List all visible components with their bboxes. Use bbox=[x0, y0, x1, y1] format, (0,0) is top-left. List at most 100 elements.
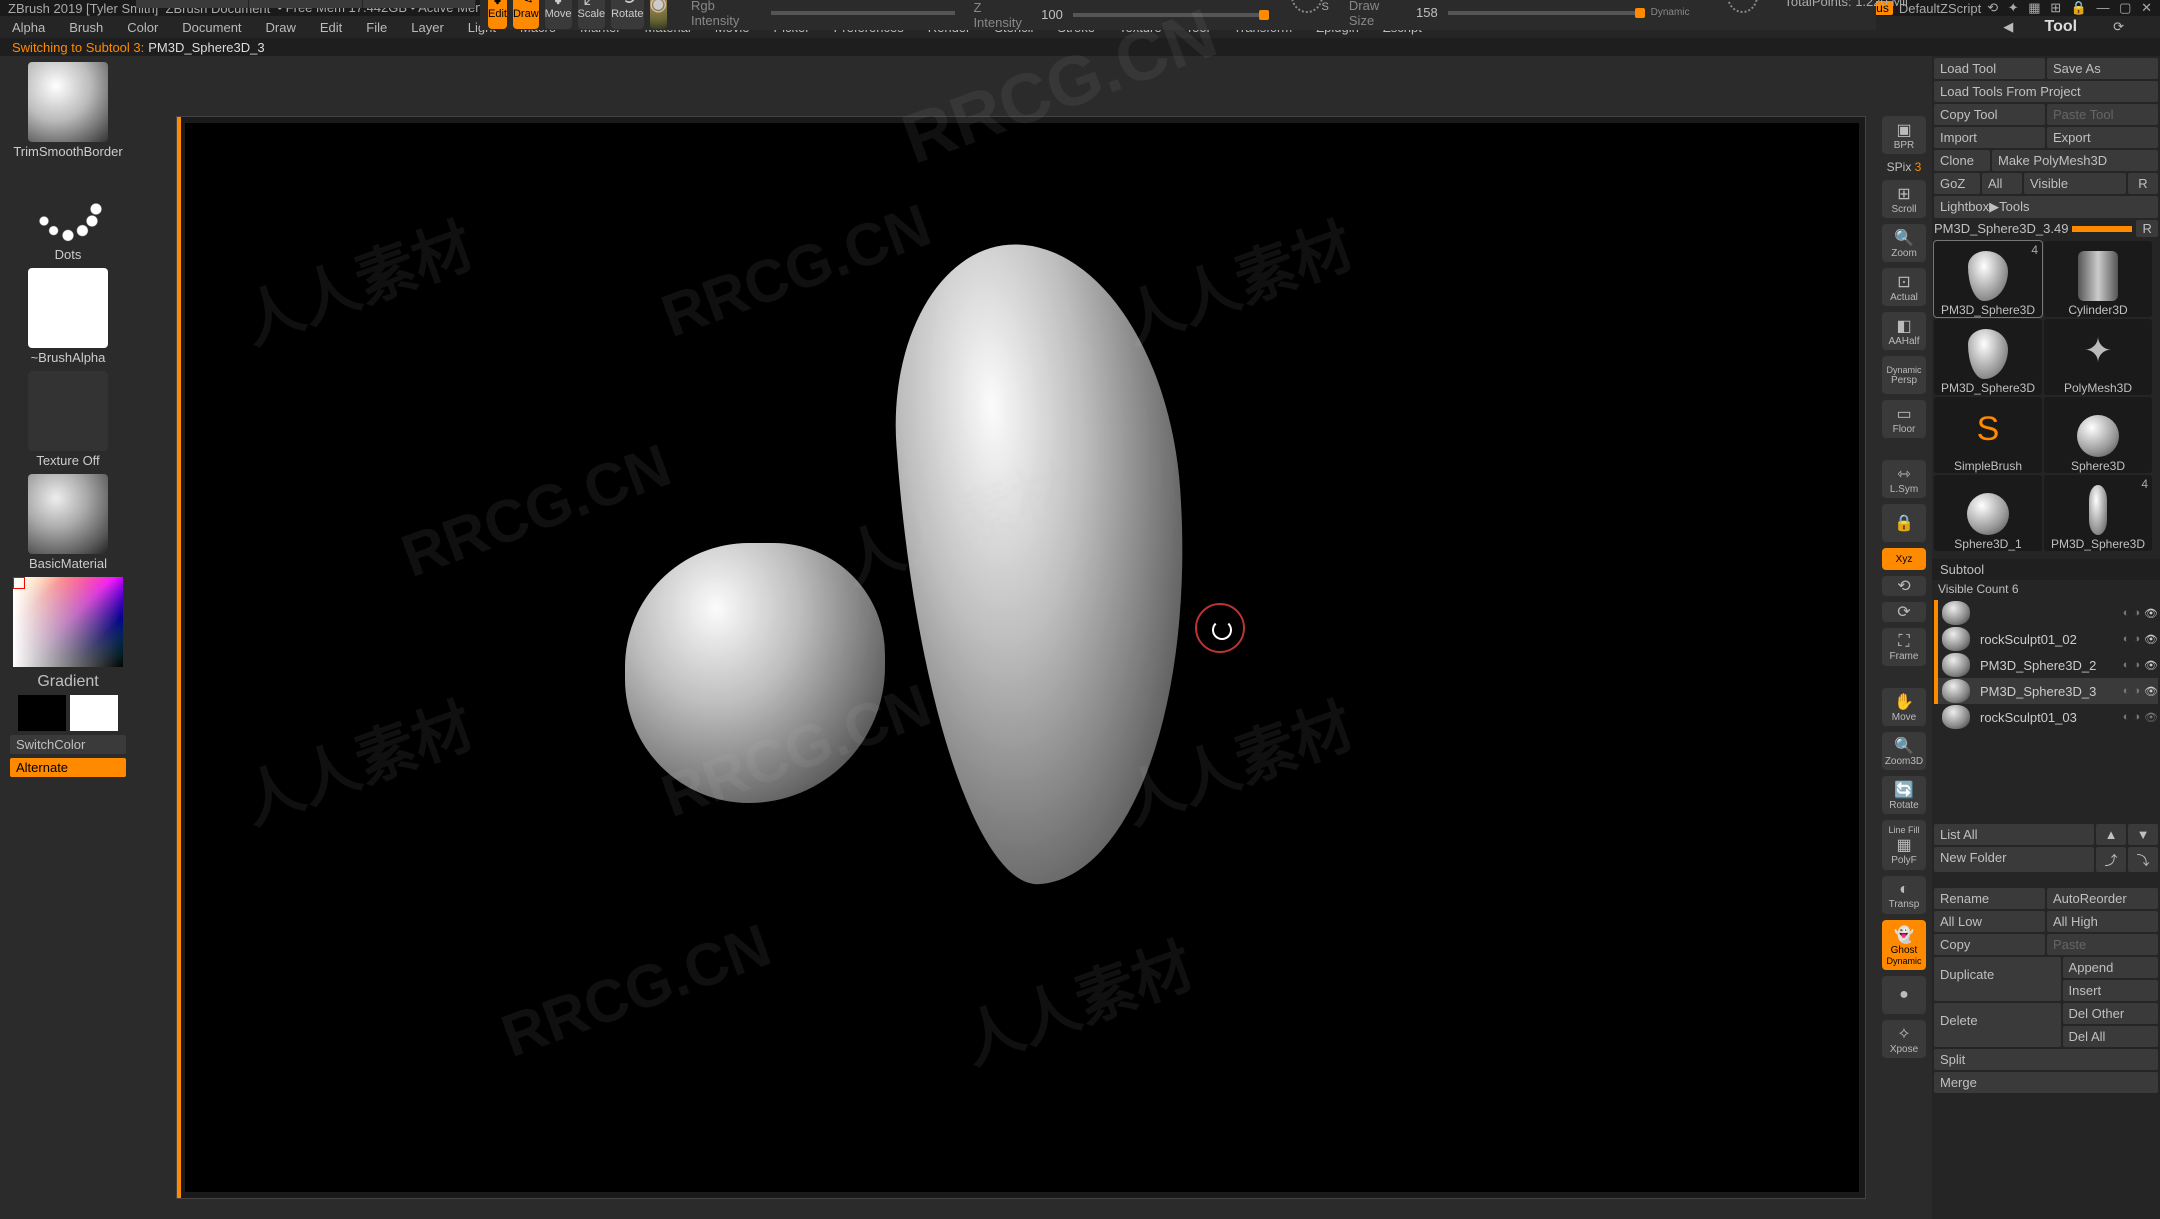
polyf-button[interactable]: Line Fill▦PolyF bbox=[1882, 820, 1926, 870]
rot-y-button[interactable]: ⟲ bbox=[1882, 576, 1926, 596]
rename-button[interactable]: Rename bbox=[1934, 888, 2045, 909]
menu-file[interactable]: File bbox=[366, 20, 387, 35]
pin-icon[interactable]: 🔒 bbox=[2071, 0, 2087, 15]
duplicate-button[interactable]: Duplicate bbox=[1934, 957, 2061, 1001]
rot-z-button[interactable]: ⟳ bbox=[1882, 602, 1926, 622]
goz-button[interactable]: GoZ bbox=[1934, 173, 1980, 194]
move-button[interactable]: ✥Move bbox=[545, 0, 572, 29]
delother-button[interactable]: Del Other bbox=[2063, 1003, 2158, 1024]
secondary-color[interactable] bbox=[18, 695, 66, 731]
stroke-thumb[interactable] bbox=[28, 165, 108, 245]
frame-button[interactable]: ⛶Frame bbox=[1882, 628, 1926, 666]
subtool-item[interactable]: rockSculpt01_02◐◑👁 bbox=[1934, 626, 2158, 652]
zoom-button[interactable]: 🔍Zoom bbox=[1882, 224, 1926, 262]
primary-color[interactable] bbox=[70, 695, 118, 731]
maximize-icon[interactable]: ▢ bbox=[2119, 0, 2131, 15]
scroll-button[interactable]: ⊞Scroll bbox=[1882, 180, 1926, 218]
menu-edit[interactable]: Edit bbox=[320, 20, 342, 35]
paste-button[interactable]: Paste bbox=[2047, 934, 2158, 955]
delall-button[interactable]: Del All bbox=[2063, 1026, 2158, 1047]
lightbox-tools-button[interactable]: Lightbox▶Tools bbox=[1934, 196, 2158, 218]
tab-lightbox[interactable]: LightBox bbox=[249, 0, 362, 8]
tool-panel-header[interactable]: Tool bbox=[2045, 18, 2078, 36]
refresh-icon[interactable]: ⟳ bbox=[2113, 19, 2124, 35]
insert-button[interactable]: Insert bbox=[2063, 980, 2158, 1001]
copy-button[interactable]: Copy bbox=[1934, 934, 2045, 955]
color-picker[interactable] bbox=[13, 577, 123, 667]
load-from-project-button[interactable]: Load Tools From Project bbox=[1934, 81, 2158, 102]
lsym-button[interactable]: ⇿L.Sym bbox=[1882, 460, 1926, 498]
load-tool-button[interactable]: Load Tool bbox=[1934, 58, 2045, 79]
persp-button[interactable]: DynamicPersp bbox=[1882, 356, 1926, 394]
allhigh-button[interactable]: All High bbox=[2047, 911, 2158, 932]
menu-alpha[interactable]: Alpha bbox=[12, 20, 45, 35]
tool-thumb[interactable]: PM3D_Sphere3D bbox=[1934, 319, 2042, 395]
tab-liveboolean[interactable]: Live Boolean bbox=[363, 0, 476, 8]
tool-thumb[interactable]: 4PM3D_Sphere3D bbox=[2044, 475, 2152, 551]
rotate3d-button[interactable]: 🔄Rotate bbox=[1882, 776, 1926, 814]
rgbint-slider[interactable] bbox=[771, 11, 956, 15]
tab-home[interactable]: Home Page bbox=[136, 0, 249, 8]
aahalf-button[interactable]: ◧AAHalf bbox=[1882, 312, 1926, 350]
tool-thumb[interactable]: Sphere3D bbox=[2044, 397, 2152, 473]
append-button[interactable]: Append bbox=[2063, 957, 2158, 978]
zoom3d-button[interactable]: 🔍Zoom3D bbox=[1882, 732, 1926, 770]
menu-color[interactable]: Color bbox=[127, 20, 158, 35]
tool-thumb[interactable]: ✦PolyMesh3D bbox=[2044, 319, 2152, 395]
listall-button[interactable]: List All bbox=[1934, 824, 2094, 845]
edit-button[interactable]: ✥Edit bbox=[488, 0, 507, 29]
draw-button[interactable]: ✎Draw bbox=[513, 0, 539, 29]
merge-button[interactable]: Merge bbox=[1934, 1072, 2158, 1093]
down-arrow-button[interactable]: ▼ bbox=[2128, 824, 2158, 845]
subtool-item[interactable]: PM3D_Sphere3D_2◐◑👁 bbox=[1934, 652, 2158, 678]
alllow-button[interactable]: All Low bbox=[1934, 911, 2045, 932]
rotate-button[interactable]: ⟲Rotate bbox=[611, 0, 643, 29]
transp-button[interactable]: ◐Transp bbox=[1882, 876, 1926, 914]
xpose-button[interactable]: ✧Xpose bbox=[1882, 1020, 1926, 1058]
export-button[interactable]: Export bbox=[2047, 127, 2158, 148]
size-dial[interactable] bbox=[1727, 0, 1759, 13]
split-button[interactable]: Split bbox=[1934, 1049, 2158, 1070]
icon[interactable]: ⟲ bbox=[1987, 0, 1998, 15]
newfolder-button[interactable]: New Folder bbox=[1934, 847, 2094, 872]
goz-r-button[interactable]: R bbox=[2128, 173, 2158, 194]
make-polymesh-button[interactable]: Make PolyMesh3D bbox=[1992, 150, 2158, 171]
scale-button[interactable]: ⤢Scale bbox=[578, 0, 606, 29]
menu-draw[interactable]: Draw bbox=[266, 20, 296, 35]
floor-button[interactable]: ▭Floor bbox=[1882, 400, 1926, 438]
viewport[interactable] bbox=[185, 123, 1859, 1192]
subtool-item-active[interactable]: PM3D_Sphere3D_3◐◑👁 bbox=[1934, 678, 2158, 704]
save-as-button[interactable]: Save As bbox=[2047, 58, 2158, 79]
movedown-button[interactable]: ⤵ bbox=[2128, 847, 2158, 872]
moveup-button[interactable]: ⤴ bbox=[2096, 847, 2126, 872]
gizmo-button[interactable]: ◉ bbox=[650, 0, 667, 29]
focal-dial[interactable]: S bbox=[1291, 0, 1323, 13]
subtool-item[interactable]: rockSculpt01_03◐◑👁 bbox=[1934, 704, 2158, 730]
drawsize-slider[interactable] bbox=[1448, 11, 1641, 15]
icon[interactable]: ✦ bbox=[2008, 0, 2019, 15]
material-thumb[interactable] bbox=[28, 474, 108, 554]
move3d-button[interactable]: ✋Move bbox=[1882, 688, 1926, 726]
subtool-item[interactable]: ◐◑👁 bbox=[1934, 600, 2158, 626]
tool-thumb[interactable]: Sphere3D_1 bbox=[1934, 475, 2042, 551]
close-icon[interactable]: ✕ bbox=[2141, 0, 2152, 15]
brush-thumb[interactable] bbox=[28, 62, 108, 142]
texture-thumb[interactable] bbox=[28, 371, 108, 451]
alternate-button[interactable]: Alternate bbox=[10, 758, 126, 777]
autoreorder-button[interactable]: AutoReorder bbox=[2047, 888, 2158, 909]
zint-slider[interactable] bbox=[1073, 13, 1265, 17]
paste-tool-button[interactable]: Paste Tool bbox=[2047, 104, 2158, 125]
alpha-thumb[interactable] bbox=[28, 268, 108, 348]
up-arrow-button[interactable]: ▲ bbox=[2096, 824, 2126, 845]
subtool-header[interactable]: Subtool bbox=[1932, 559, 2160, 580]
panel-close-icon[interactable]: ◀ bbox=[2003, 19, 2013, 35]
solo-button[interactable]: ● bbox=[1882, 976, 1926, 1014]
clone-button[interactable]: Clone bbox=[1934, 150, 1990, 171]
switchcolor-button[interactable]: SwitchColor bbox=[10, 735, 126, 754]
ghost-button[interactable]: 👻GhostDynamic bbox=[1882, 920, 1926, 970]
copy-tool-button[interactable]: Copy Tool bbox=[1934, 104, 2045, 125]
icon[interactable]: ▦ bbox=[2028, 0, 2040, 15]
actual-button[interactable]: ⊡Actual bbox=[1882, 268, 1926, 306]
menu-brush[interactable]: Brush bbox=[69, 20, 103, 35]
tool-thumb[interactable]: SSimpleBrush bbox=[1934, 397, 2042, 473]
